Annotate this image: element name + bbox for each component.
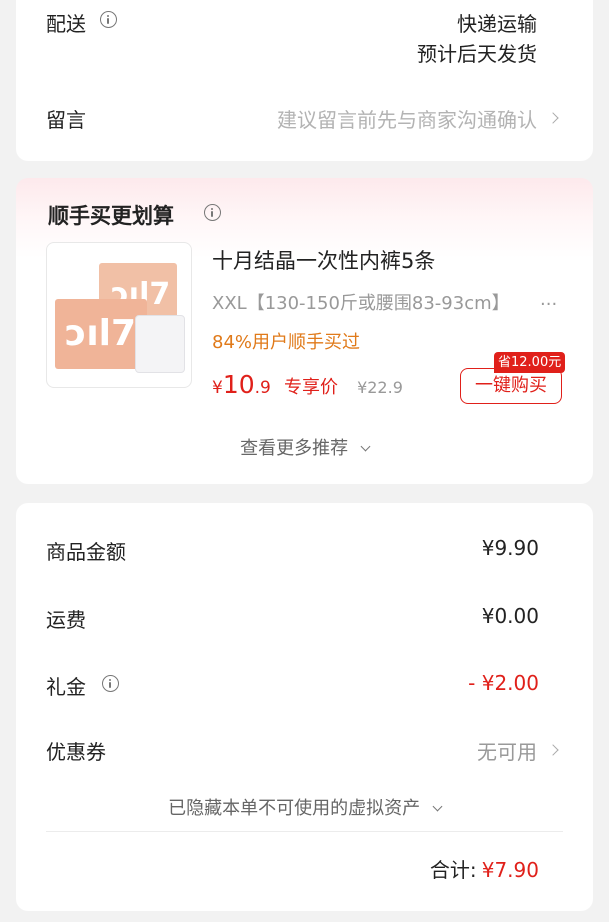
price-decimal: .9: [254, 378, 271, 398]
product-name[interactable]: 十月结晶一次性内裤5条: [212, 245, 435, 275]
chevron-right-icon: [547, 744, 559, 756]
original-price: ¥22.9: [357, 378, 403, 397]
chevron-down-icon: [432, 801, 443, 811]
total-label: 合计:: [429, 858, 477, 882]
currency-symbol: ¥: [212, 378, 223, 398]
more-recommendations-link[interactable]: 查看更多推荐: [16, 434, 593, 460]
message-input[interactable]: 建议留言前先与商家沟通确认: [277, 104, 537, 133]
goods-amount-value: ¥9.90: [481, 536, 539, 560]
coupon-row[interactable]: 优惠券 无可用: [16, 727, 593, 771]
hidden-assets-toggle[interactable]: 已隐藏本单不可使用的虚拟资产: [16, 794, 593, 820]
addon-title: 顺手买更划算: [48, 204, 174, 228]
one-click-buy-button[interactable]: 一键购买: [460, 368, 562, 404]
total-value: ¥7.90: [481, 858, 539, 882]
more-recommendations-label: 查看更多推荐: [240, 438, 349, 459]
price-tag: 专享价: [283, 377, 338, 398]
total-row: 合计: ¥7.90: [430, 854, 539, 883]
gift-info-icon[interactable]: [102, 675, 119, 692]
product-spec: XXL【130-150斤或腰围83-93cm】: [212, 293, 510, 314]
save-badge: 省12.00元: [494, 352, 566, 373]
delivery-eta: 预计后天发货: [417, 42, 537, 66]
gift-value: - ¥2.00: [468, 671, 539, 695]
addon-info-icon[interactable]: [204, 204, 221, 221]
message-label: 留言: [46, 108, 86, 132]
product-price: ¥10.9 专享价 ¥22.9: [212, 370, 403, 400]
goods-amount-label: 商品金额: [46, 540, 126, 564]
coupon-value: 无可用: [477, 740, 537, 764]
product-pads: [135, 315, 185, 373]
gift-label: 礼金: [46, 675, 86, 699]
coupon-label: 优惠券: [46, 740, 106, 764]
shipping-label: 运费: [46, 608, 86, 632]
chevron-down-icon: [360, 441, 371, 451]
shipping-value: ¥0.00: [481, 604, 539, 628]
product-logo: ↄıl7: [65, 313, 137, 354]
delivery-label: 配送: [46, 12, 86, 36]
delivery-card: 配送 快递运输 预计后天发货 留言 建议留言前先与商家沟通确认: [16, 0, 593, 161]
message-row[interactable]: 留言 建议留言前先与商家沟通确认: [16, 91, 593, 141]
product-image[interactable]: ↄıl7 ↄıl7: [46, 242, 192, 388]
price-integer: 10: [222, 370, 255, 399]
chevron-right-icon: [547, 112, 559, 124]
addon-card: 顺手买更划算 ↄıl7 ↄıl7 十月结晶一次性内裤5条 XXL【130-150…: [16, 178, 593, 484]
product-box-front: ↄıl7: [55, 299, 147, 369]
divider: [46, 831, 563, 832]
hidden-assets-label: 已隐藏本单不可使用的虚拟资产: [168, 798, 421, 819]
summary-card: 商品金额 ¥9.90 运费 ¥0.00 礼金 - ¥2.00 优惠券 无可用 已…: [16, 503, 593, 911]
delivery-info-icon[interactable]: [100, 11, 117, 28]
product-spec-ellipsis: ...: [540, 289, 558, 310]
delivery-method: 快递运输: [457, 12, 537, 36]
social-proof: 84%用户顺手买过: [212, 332, 361, 353]
